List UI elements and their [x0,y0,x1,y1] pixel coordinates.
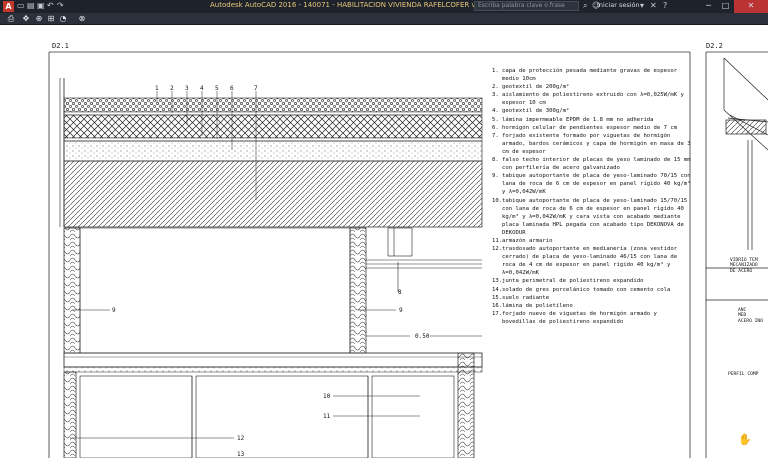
exchange-icon[interactable]: ✕ [650,1,657,10]
drawing-canvas[interactable]: 1 2 3 4 5 6 7 9 9 8 0.50 10 11 12 13 D2.… [0,25,768,458]
help-icon[interactable]: ? [663,1,667,10]
minimize-button[interactable]: ─ [700,0,717,13]
close-button[interactable]: ✕ [734,0,768,13]
callout-leaders [70,309,482,439]
layer-number: 6 [230,85,234,92]
sign-in-link[interactable]: Iniciar sesión [597,1,640,9]
new-file-icon[interactable]: ▭ [17,1,25,10]
legend-item: 15. suelo radiante [492,294,550,301]
dimension-label: 0.50 [415,333,430,340]
undo-icon[interactable]: ↶ [47,1,54,10]
floor-slab [63,352,483,368]
layer-number: 1 [155,85,159,92]
false-ceiling-detail [366,227,482,292]
lower-left-wall [63,371,77,458]
note-vidrio: VIDRIO TEM MECANIZADO DE ACERO [730,258,758,274]
callout-9-left: 9 [112,307,116,314]
membrane-layer [63,137,483,142]
legend-item: 1. capa de protección pesada mediante gra… [492,68,678,83]
legend-item: 13. junta perimetral de poliestireno expa… [492,278,644,285]
zoom-previous-icon[interactable]: ◔ [58,14,68,24]
binoculars-icon[interactable]: ⌕ [583,1,587,11]
callout-8: 8 [398,289,402,296]
legend-item: 7. forjado existente formado por viguetas… [492,132,691,155]
gravel-layer [63,97,483,113]
chevron-down-icon[interactable]: ▾ [640,1,644,10]
legend-item: 5. lámina impermeable EPDM de 1.8 mm no a… [492,116,654,123]
legend-item: 14. solado de gres porcelánico tomado con… [492,286,671,293]
legend-item: 11. armazón armario [492,237,553,244]
callout-12: 12 [237,435,245,442]
maximize-button[interactable]: □ [717,0,734,13]
layer-number: 5 [215,85,219,92]
zoom-realtime-icon[interactable]: ⊕ [34,14,44,24]
window-title: Autodesk AutoCAD 2016 - 140071 - HABILIT… [210,1,497,9]
lower-partitions [79,375,455,458]
materials-legend: 1. capa de protección pesada mediante gra… [492,67,692,326]
open-file-icon[interactable]: ▤ [27,1,35,10]
close-preview-icon[interactable]: ⊗ [77,14,87,24]
insulation-layer [63,114,483,139]
callout-11: 11 [323,413,331,420]
view-toolbar: ⎙ ✥ ⊕ ⊞ ◔ ⊗ [0,13,768,25]
note-perfil: PERFIL COMP [728,372,759,377]
legend-item: 3. aislamiento de poliestireno extruido c… [492,92,684,107]
legend-item: 12. trasdosado autoportante en medianería… [492,246,678,277]
autocad-logo-icon[interactable]: A [3,1,14,12]
floor-finish-layer [63,366,483,373]
legend-item: 16. lámina de polietileno [492,302,573,309]
right-partition-wall [349,227,367,354]
slope-concrete-layer [63,140,483,162]
layer-number: 2 [170,85,174,92]
layer-number: 7 [254,85,258,92]
legend-item: 2. geotextil de 200g/m² [492,84,570,91]
redo-icon[interactable]: ↷ [57,1,64,10]
layer-number: 3 [185,85,189,92]
zoom-window-icon[interactable]: ⊞ [46,14,56,24]
lower-right-wall [457,352,475,458]
layer-number: 4 [200,85,204,92]
legend-item: 9. tabique autoportante de placa de yeso-… [492,173,691,196]
legend-item: 17. forjado nuevo de viguetas de hormigón… [492,310,657,325]
callout-9-right: 9 [399,307,403,314]
save-icon[interactable]: ▣ [37,1,45,10]
layer-numbers: 1 2 3 4 5 6 7 [155,85,258,92]
title-bar: A ▭ ▤ ▣ ↶ ↷ Autodesk AutoCAD 2016 - 1400… [0,0,768,13]
callout-10: 10 [323,393,331,400]
detail-label-d22: D2.2 [706,42,723,50]
search-input[interactable]: Escriba palabra clave o frase [474,1,579,11]
legend-item: 6. hormigón celular de pendientes espesor… [492,124,678,131]
note-anclaje: ANC MED ACERO INO [738,308,763,324]
existing-slab-layer [63,160,483,228]
left-partition-wall [63,227,81,354]
geotextile-layer [63,111,483,116]
legend-item: 8. falso techo interior de placas de yeso… [492,157,691,172]
legend-item: 4. geotextil de 300g/m² [492,108,570,115]
interior-space [79,227,351,354]
legend-item: 10. tabique autoportante de placa de yeso… [492,197,688,236]
callout-labels: 9 9 8 0.50 10 11 12 13 [112,289,430,458]
print-icon[interactable]: ⎙ [6,14,16,24]
hand-cursor-icon: ✋ [738,433,752,446]
detail-label-d21: D2.1 [52,42,69,50]
pan-icon[interactable]: ✥ [21,14,31,24]
callout-13: 13 [237,451,245,458]
